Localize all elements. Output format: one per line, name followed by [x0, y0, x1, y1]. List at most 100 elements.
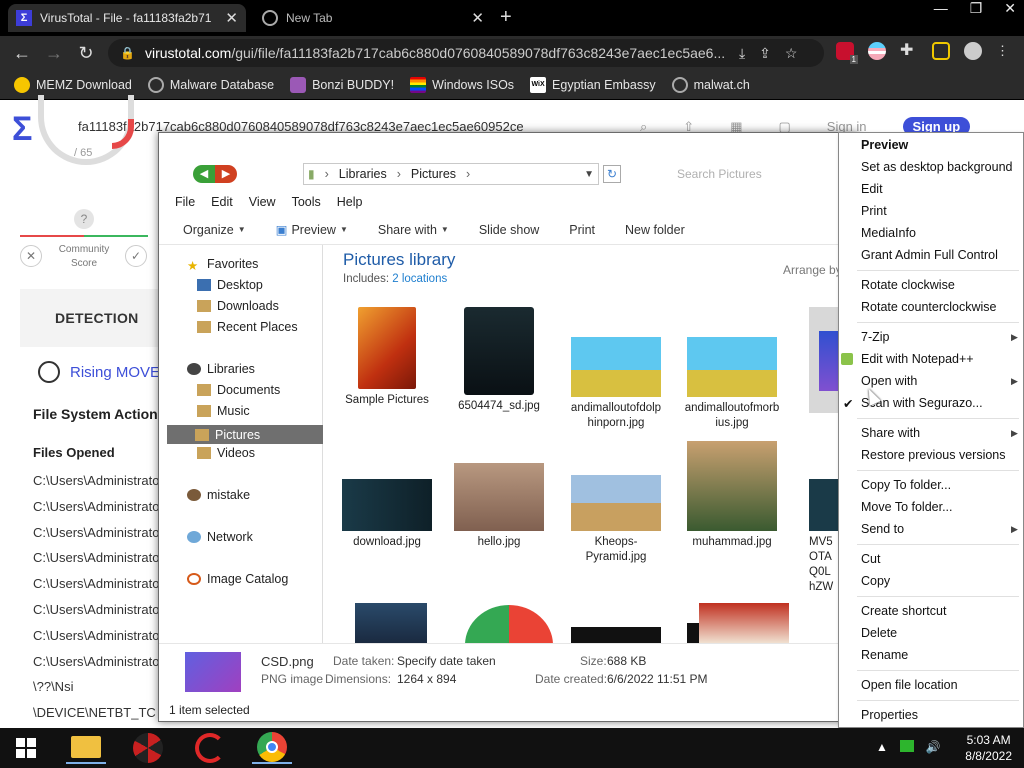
install-icon[interactable]: ⤓: [739, 45, 745, 62]
close-tab-icon[interactable]: ✕: [471, 9, 484, 27]
nav-videos[interactable]: Videos: [197, 446, 255, 460]
menu-item-open-with[interactable]: Open with ▶: [861, 374, 1018, 388]
nav-network[interactable]: Network: [187, 530, 253, 544]
vote-malicious-button[interactable]: ✕: [20, 245, 42, 267]
volume-icon[interactable]: 🔊: [926, 740, 941, 754]
menu-view[interactable]: View: [249, 195, 276, 209]
taskbar-radiation-app[interactable]: [128, 732, 168, 764]
file-item[interactable]: 6504474_sd.jpg: [449, 307, 549, 414]
menu-item-rotate-clockwise[interactable]: Rotate clockwise: [861, 278, 955, 292]
tray-expand-icon[interactable]: ▲: [876, 740, 888, 754]
preview-button[interactable]: ▣ Preview ▼: [276, 222, 348, 238]
bookmark-star-icon[interactable]: ☆: [785, 45, 798, 62]
vote-harmless-button[interactable]: ✓: [125, 245, 147, 267]
address-dropdown-icon[interactable]: ▼: [584, 169, 594, 180]
breadcrumb-pictures[interactable]: Pictures: [411, 167, 456, 181]
explorer-search-input[interactable]: Search Pictures: [677, 167, 762, 181]
image-thumbnail[interactable]: [355, 603, 427, 643]
menu-item-print[interactable]: Print: [861, 204, 887, 218]
santa-thumbnail[interactable]: [699, 603, 789, 643]
bookmark-memz[interactable]: MEMZ Download: [14, 76, 132, 93]
address-bar[interactable]: 🔒 virustotal.com/gui/file/fa11183fa2b717…: [108, 39, 824, 67]
nav-favorites[interactable]: ★ Favorites: [187, 257, 258, 273]
organize-button[interactable]: Organize ▼: [183, 223, 246, 237]
file-item[interactable]: Sample Pictures: [339, 307, 435, 408]
menu-help[interactable]: Help: [337, 195, 363, 209]
menu-item-open-file-location[interactable]: Open file location: [861, 678, 958, 692]
nav-downloads[interactable]: Downloads: [197, 299, 279, 313]
new-tab-button[interactable]: +: [500, 6, 512, 29]
arrange-by-dropdown[interactable]: Arrange by: [783, 263, 842, 277]
menu-edit[interactable]: Edit: [211, 195, 233, 209]
nav-libraries[interactable]: Libraries: [187, 362, 255, 376]
start-button[interactable]: [6, 732, 46, 764]
menu-item-set-desktop-background[interactable]: Set as desktop background: [861, 160, 1013, 174]
menu-item-move-to-folder[interactable]: Move To folder...: [861, 500, 953, 514]
file-item[interactable]: download.jpg: [339, 479, 435, 550]
menu-item-edit[interactable]: Edit: [861, 182, 883, 196]
nav-music[interactable]: Music: [197, 404, 250, 418]
menu-item-create-shortcut[interactable]: Create shortcut: [861, 604, 946, 618]
chrome-logo-thumbnail[interactable]: [465, 605, 553, 643]
menu-item-properties[interactable]: Properties: [861, 708, 918, 722]
battery-icon[interactable]: [899, 740, 914, 752]
sidebar-icon[interactable]: [932, 42, 950, 60]
menu-item-share-with[interactable]: Share with ▶: [861, 426, 1018, 440]
menu-kebab-icon[interactable]: ⋮: [996, 43, 1009, 59]
bookmark-egyptian-embassy[interactable]: WiX Egyptian Embassy: [530, 76, 656, 93]
locations-link[interactable]: 2 locations: [392, 273, 447, 285]
menu-item-7zip[interactable]: 7-Zip ▶: [861, 330, 1018, 344]
ublock-extension-icon[interactable]: 1: [836, 42, 858, 64]
menu-item-grant-admin[interactable]: Grant Admin Full Control: [861, 248, 998, 262]
tab-new-tab[interactable]: New Tab ✕: [254, 4, 492, 32]
menu-item-preview[interactable]: Preview: [861, 138, 908, 152]
profile-avatar-icon[interactable]: [964, 42, 982, 60]
slide-show-button[interactable]: Slide show: [479, 223, 539, 237]
extensions-puzzle-icon[interactable]: ✚: [900, 42, 918, 60]
tab-virustotal[interactable]: Σ VirusTotal - File - fa11183fa2b71 ✕: [8, 4, 246, 32]
bookmark-malwatch[interactable]: malwat.ch: [671, 76, 750, 93]
forward-arrow-icon[interactable]: →: [38, 43, 70, 64]
share-with-button[interactable]: Share with ▼: [378, 223, 449, 237]
menu-item-cut[interactable]: Cut: [861, 552, 880, 566]
image-thumbnail[interactable]: [571, 627, 661, 643]
nav-image-catalog[interactable]: Image Catalog: [187, 572, 288, 586]
menu-item-copy[interactable]: Copy: [861, 574, 890, 588]
file-item[interactable]: muhammad.jpg: [677, 441, 787, 550]
menu-item-copy-to-folder[interactable]: Copy To folder...: [861, 478, 951, 492]
nav-pictures[interactable]: Pictures: [167, 425, 323, 444]
bookmark-malware-db[interactable]: Malware Database: [147, 76, 274, 93]
file-item[interactable]: andimalloutofdolphinporn.jpg: [561, 337, 671, 431]
refresh-icon[interactable]: ↻: [603, 165, 621, 183]
date-taken-value[interactable]: Specify date taken: [397, 654, 496, 668]
menu-item-send-to[interactable]: Send to ▶: [861, 522, 1018, 536]
new-folder-button[interactable]: New folder: [625, 223, 685, 237]
flag-extension-icon[interactable]: [868, 42, 886, 60]
tab-detection[interactable]: DETECTION: [20, 289, 170, 347]
menu-item-rename[interactable]: Rename: [861, 648, 908, 662]
nav-recent-places[interactable]: Recent Places: [197, 320, 298, 334]
menu-item-edit-notepadpp[interactable]: Edit with Notepad++: [841, 352, 974, 366]
reload-icon[interactable]: ↻: [70, 43, 102, 64]
file-item[interactable]: hello.jpg: [449, 463, 549, 550]
menu-tools[interactable]: Tools: [292, 195, 321, 209]
explorer-back-icon[interactable]: ◀: [193, 165, 215, 183]
explorer-forward-icon[interactable]: ▶: [215, 165, 237, 183]
file-item[interactable]: andimalloutofmorbius.jpg: [677, 337, 787, 431]
explorer-address-bar[interactable]: ▮ › Libraries › Pictures › ▼: [303, 163, 599, 185]
close-window-button[interactable]: ✕: [1004, 0, 1016, 17]
menu-item-mediainfo[interactable]: MediaInfo: [861, 226, 916, 240]
file-item[interactable]: Kheops-Pyramid.jpg: [561, 475, 671, 565]
bookmark-windows-isos[interactable]: Windows ISOs: [410, 76, 514, 93]
taskbar-red-app[interactable]: [190, 732, 230, 764]
clock[interactable]: 5:03 AM 8/8/2022: [965, 732, 1012, 764]
bookmark-bonzi[interactable]: Bonzi BUDDY!: [290, 76, 394, 93]
menu-file[interactable]: File: [175, 195, 195, 209]
share-icon[interactable]: ⇪: [759, 45, 771, 62]
print-button[interactable]: Print: [569, 223, 595, 237]
restore-button[interactable]: ❐: [970, 0, 983, 17]
breadcrumb-libraries[interactable]: Libraries: [339, 167, 387, 181]
question-icon[interactable]: ?: [74, 209, 94, 229]
taskbar-explorer[interactable]: [66, 732, 106, 764]
back-arrow-icon[interactable]: ←: [6, 43, 38, 64]
